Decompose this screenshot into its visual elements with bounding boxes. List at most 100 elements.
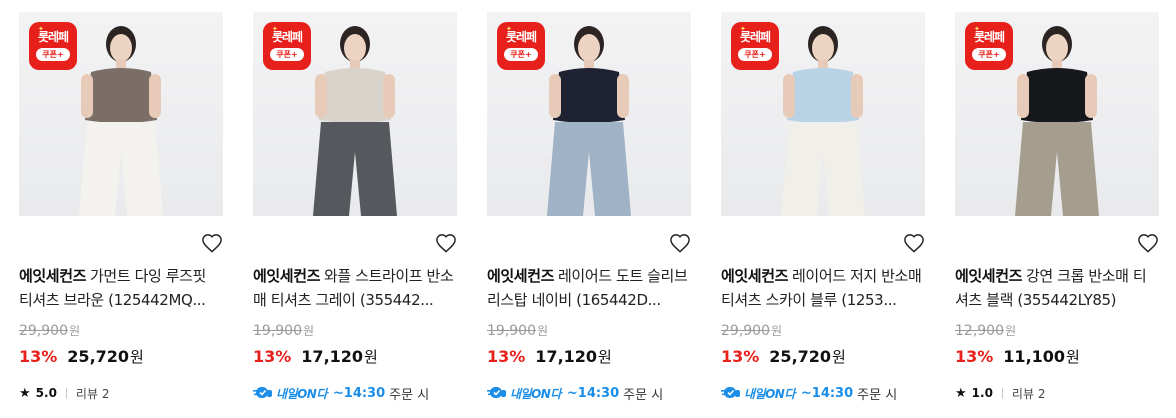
discount-rate: 13% xyxy=(955,347,994,366)
product-brand: 에잇세컨즈 xyxy=(721,267,789,285)
original-price-currency: 원 xyxy=(303,324,315,338)
wishlist-button[interactable] xyxy=(435,233,457,253)
product-title[interactable]: 에잇세컨즈 강연 크롭 반소매 티셔츠 블랙 (355442LY85) xyxy=(955,264,1159,312)
delivery-cutoff-time: ~14:30 xyxy=(332,385,386,401)
divider xyxy=(65,387,67,399)
sparkle-icon: ✦ xyxy=(38,26,44,33)
wishlist-button[interactable] xyxy=(903,233,925,253)
sale-price: 25,720 xyxy=(769,347,832,366)
original-price: 29,900원 xyxy=(19,322,80,339)
product-brand: 에잇세컨즈 xyxy=(19,267,87,285)
product-brand: 에잇세컨즈 xyxy=(253,267,321,285)
lotte-coupon-badge: ✦ 롯레페 쿠폰+ xyxy=(965,22,1013,70)
discount-rate: 13% xyxy=(487,347,526,366)
rating-row: ★ 5.0 리뷰 2 xyxy=(19,383,109,403)
original-price-value: 29,900 xyxy=(19,323,68,339)
sale-price: 25,720 xyxy=(67,347,130,366)
sale-price-currency: 원 xyxy=(1066,348,1080,366)
discount-rate: 13% xyxy=(721,347,760,366)
sale-price-row: 13% 25,720 원 xyxy=(721,346,846,368)
heart-outline-icon xyxy=(1138,234,1158,253)
product-image[interactable]: ✦ 롯레페 쿠폰+ xyxy=(253,12,457,216)
sale-price-currency: 원 xyxy=(832,348,846,366)
product-title[interactable]: 에잇세컨즈 와플 스트라이프 반소매 티셔츠 그레이 (355442... xyxy=(253,264,457,312)
heart-outline-icon xyxy=(904,234,924,253)
lotte-coupon-badge: ✦ 롯레페 쿠폰+ xyxy=(29,22,77,70)
original-price-currency: 원 xyxy=(69,324,81,338)
sale-price-currency: 원 xyxy=(598,348,612,366)
star-icon: ★ xyxy=(19,385,31,401)
sale-price-currency: 원 xyxy=(364,348,378,366)
product-image[interactable]: ✦ 롯레페 쿠폰+ xyxy=(955,12,1159,216)
lotte-coupon-badge: ✦ 롯레페 쿠폰+ xyxy=(497,22,545,70)
star-icon: ★ xyxy=(955,385,967,401)
delivery-condition: 주문 시 xyxy=(623,387,664,403)
badge-coupon-label: 쿠폰+ xyxy=(972,48,1006,61)
product-card[interactable]: ✦ 롯레페 쿠폰+ 에잇세컨즈 와플 스트라이프 반소매 티셔츠 그레이 (355… xyxy=(253,12,457,403)
sparkle-icon: ✦ xyxy=(974,26,980,33)
review-count[interactable]: 리뷰 2 xyxy=(1012,385,1046,402)
sale-price-row: 13% 25,720 원 xyxy=(19,346,144,368)
product-title[interactable]: 에잇세컨즈 레이어드 저지 반소매 티셔츠 스카이 블루 (1253... xyxy=(721,264,925,312)
product-card[interactable]: ✦ 롯레페 쿠폰+ 에잇세컨즈 레이어드 도트 슬리브리스탑 네이비 (16544… xyxy=(487,12,691,403)
product-card[interactable]: ✦ 롯레페 쿠폰+ 에잇세컨즈 강연 크롭 반소매 티셔츠 블랙 (355442L… xyxy=(955,12,1159,401)
sale-price: 17,120 xyxy=(535,347,598,366)
original-price-value: 29,900 xyxy=(721,323,770,339)
sale-price-row: 13% 11,100 원 xyxy=(955,346,1080,368)
original-price-currency: 원 xyxy=(537,324,549,338)
sale-price: 17,120 xyxy=(301,347,364,366)
product-image[interactable]: ✦ 롯레페 쿠폰+ xyxy=(487,12,691,216)
discount-rate: 13% xyxy=(19,347,58,366)
product-image[interactable]: ✦ 롯레페 쿠폰+ xyxy=(19,12,223,216)
product-title[interactable]: 에잇세컨즈 가먼트 다잉 루즈핏 티셔츠 브라운 (125442MQ... xyxy=(19,264,223,312)
original-price-currency: 원 xyxy=(1005,324,1017,338)
original-price: 19,900원 xyxy=(253,322,314,339)
badge-coupon-label: 쿠폰+ xyxy=(36,48,70,61)
sale-price: 11,100 xyxy=(1003,347,1066,366)
heart-outline-icon xyxy=(436,234,456,253)
original-price: 19,900원 xyxy=(487,322,548,339)
sparkle-icon: ✦ xyxy=(506,26,512,33)
product-image[interactable]: ✦ 롯레페 쿠폰+ xyxy=(721,12,925,216)
delivery-condition: 주문 시 xyxy=(389,387,430,403)
product-brand: 에잇세컨즈 xyxy=(487,267,555,285)
discount-rate: 13% xyxy=(253,347,292,366)
original-price: 12,900원 xyxy=(955,322,1016,339)
rating-value: 1.0 xyxy=(971,386,993,400)
product-card[interactable]: ✦ 롯레페 쿠폰+ 에잇세컨즈 레이어드 저지 반소매 티셔츠 스카이 블루 (1… xyxy=(721,12,925,403)
badge-coupon-label: 쿠폰+ xyxy=(270,48,304,61)
original-price: 29,900원 xyxy=(721,322,782,339)
lotte-coupon-badge: ✦ 롯레페 쿠폰+ xyxy=(263,22,311,70)
rating-value: 5.0 xyxy=(35,386,57,400)
delivery-info: 내일ON다 ~14:30 주문 시 xyxy=(487,383,663,403)
original-price-value: 19,900 xyxy=(253,323,302,339)
rating-row: ★ 1.0 리뷰 2 xyxy=(955,383,1045,403)
original-price-value: 19,900 xyxy=(487,323,536,339)
product-title[interactable]: 에잇세컨즈 레이어드 도트 슬리브리스탑 네이비 (165442D... xyxy=(487,264,691,312)
delivery-cutoff-time: ~14:30 xyxy=(566,385,620,401)
sale-price-currency: 원 xyxy=(130,348,144,366)
sale-price-row: 13% 17,120 원 xyxy=(253,346,378,368)
heart-outline-icon xyxy=(202,234,222,253)
product-card[interactable]: ✦ 롯레페 쿠폰+ 에잇세컨즈 가먼트 다잉 루즈핏 티셔츠 브라운 (12544… xyxy=(19,12,223,401)
lotte-coupon-badge: ✦ 롯레페 쿠폰+ xyxy=(731,22,779,70)
delivery-service-name: 내일ON다 xyxy=(510,386,561,401)
sale-price-row: 13% 17,120 원 xyxy=(487,346,612,368)
wishlist-button[interactable] xyxy=(1137,233,1159,253)
original-price-value: 12,900 xyxy=(955,323,1004,339)
sparkle-icon: ✦ xyxy=(272,26,278,33)
delivery-service-name: 내일ON다 xyxy=(276,386,327,401)
product-grid: ✦ 롯레페 쿠폰+ 에잇세컨즈 가먼트 다잉 루즈핏 티셔츠 브라운 (12544… xyxy=(0,0,1176,418)
delivery-info: 내일ON다 ~14:30 주문 시 xyxy=(721,383,897,403)
review-count[interactable]: 리뷰 2 xyxy=(76,385,110,402)
delivery-cutoff-time: ~14:30 xyxy=(800,385,854,401)
divider xyxy=(1001,387,1003,399)
wishlist-button[interactable] xyxy=(201,233,223,253)
badge-coupon-label: 쿠폰+ xyxy=(504,48,538,61)
wishlist-button[interactable] xyxy=(669,233,691,253)
heart-outline-icon xyxy=(670,234,690,253)
product-brand: 에잇세컨즈 xyxy=(955,267,1023,285)
delivery-info: 내일ON다 ~14:30 주문 시 xyxy=(253,383,429,403)
delivery-truck-icon xyxy=(253,387,272,398)
original-price-currency: 원 xyxy=(771,324,783,338)
